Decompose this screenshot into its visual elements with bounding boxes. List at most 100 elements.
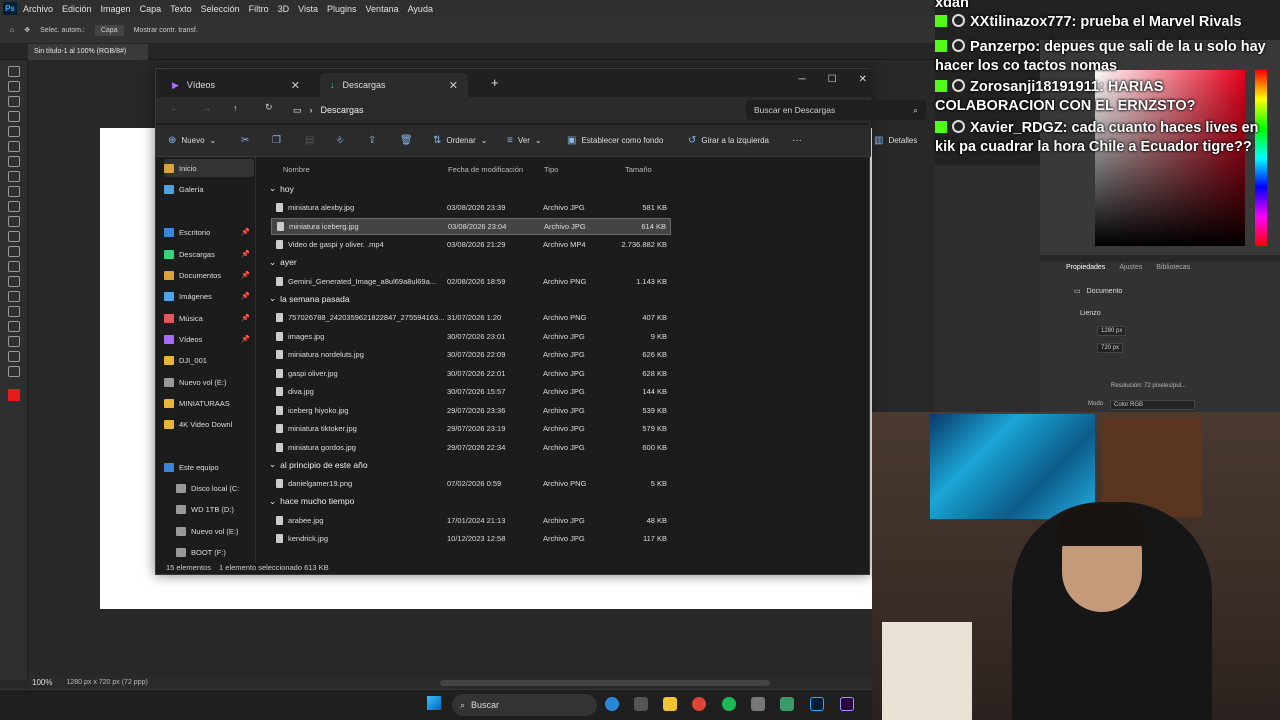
path-select-icon[interactable]	[7, 321, 20, 332]
set-background-button[interactable]: ▣ Establecer como fondo	[567, 135, 663, 146]
tab-propiedades[interactable]: Propiedades	[1066, 264, 1105, 271]
group-header[interactable]: ⌄ ayer	[269, 257, 297, 268]
nav-item[interactable]: Música 📌	[164, 309, 254, 327]
nav-item[interactable]: BOOT (F:)	[176, 543, 266, 561]
search-input[interactable]: Buscar en Descargas ⌕	[746, 100, 926, 120]
eraser-tool-icon[interactable]	[7, 231, 20, 242]
file-row[interactable]: gaspi oliver.jpg 30/07/2026 22:01 Archivo …	[271, 365, 671, 382]
file-row[interactable]: arabee.jpg 17/01/2024 21:13 Archivo JPG 48 …	[271, 512, 671, 529]
menu-item[interactable]: Imagen	[101, 4, 131, 14]
menu-item[interactable]: Capa	[140, 4, 162, 14]
nav-item[interactable]: Este equipo	[164, 458, 254, 476]
file-row[interactable]: miniatura nordeluts.jpg 30/07/2026 22:09 A…	[271, 346, 671, 363]
file-row[interactable]: miniatura alexby.jpg 03/08/2026 23:39 Arch…	[271, 199, 671, 216]
stamp-tool-icon[interactable]	[7, 201, 20, 212]
close-tab-icon[interactable]: ✕	[291, 79, 300, 92]
sort-button[interactable]: ⇅ Ordenar ⌄	[433, 135, 487, 146]
home-icon[interactable]: ⌂	[10, 27, 14, 34]
folder-icon[interactable]	[663, 697, 677, 711]
nav-item[interactable]: Inicio	[164, 159, 254, 177]
tab-bibliotecas[interactable]: Bibliotecas	[1156, 264, 1190, 271]
healing-tool-icon[interactable]	[7, 171, 20, 182]
nav-item[interactable]: Nuevo vol (E:)	[176, 522, 266, 540]
menu-item[interactable]: Texto	[170, 4, 192, 14]
history-brush-icon[interactable]	[7, 216, 20, 227]
more-icon[interactable]: ···	[792, 135, 802, 146]
group-header[interactable]: ⌄ al principio de este año	[269, 459, 368, 470]
copy-icon[interactable]: ❐	[272, 135, 281, 146]
pen-tool-icon[interactable]	[7, 291, 20, 302]
paste-icon[interactable]: ▤	[305, 135, 314, 146]
mode-select[interactable]: Color RGB	[1110, 400, 1195, 410]
group-header[interactable]: ⌄ hace mucho tiempo	[269, 496, 354, 507]
hand-tool-icon[interactable]	[7, 351, 20, 362]
new-button[interactable]: ⊕ Nuevo ⌄	[168, 135, 216, 146]
new-tab-icon[interactable]: +	[491, 75, 499, 90]
menu-item[interactable]: 3D	[278, 4, 290, 14]
view-button[interactable]: ≡ Ver ⌄	[507, 135, 542, 146]
layer-select[interactable]: Capa	[94, 24, 124, 36]
marquee-tool-icon[interactable]	[7, 81, 20, 92]
shape-tool-icon[interactable]	[7, 336, 20, 347]
column-name[interactable]: Nombre	[283, 165, 310, 174]
quick-select-tool-icon[interactable]	[7, 111, 20, 122]
file-row[interactable]: Gemini_Generated_Image_a8ul69a8ul69a... 0…	[271, 273, 671, 290]
settings-icon[interactable]	[751, 697, 765, 711]
nav-item[interactable]: Nuevo vol (E:)	[164, 373, 254, 391]
column-size[interactable]: Tamaño	[625, 165, 652, 174]
up-icon[interactable]: ↑	[233, 103, 238, 113]
canvas-height-field[interactable]: 720 px	[1097, 343, 1124, 353]
edge-icon[interactable]	[605, 697, 619, 711]
spotify-icon[interactable]	[722, 697, 736, 711]
auto-select-label[interactable]: Selec. autom.:	[40, 27, 85, 34]
close-icon[interactable]: ✕	[859, 74, 867, 85]
file-row[interactable]: images.jpg 30/07/2026 23:01 Archivo JPG 9 K…	[271, 328, 671, 345]
lasso-tool-icon[interactable]	[7, 96, 20, 107]
search-icon[interactable]: ⌕	[913, 105, 918, 116]
nav-item[interactable]: Vídeos 📌	[164, 330, 254, 348]
close-tab-icon[interactable]: ✕	[449, 79, 458, 92]
file-row[interactable]: kendrick.jpg 10/12/2023 12:58 Archivo JPG 1…	[271, 530, 671, 547]
file-row[interactable]: miniatura iceberg.jpg 03/08/2026 23:04 Arc…	[271, 217, 671, 235]
store-icon[interactable]	[634, 697, 648, 711]
dodge-tool-icon[interactable]	[7, 276, 20, 287]
minimize-icon[interactable]: ─	[799, 74, 806, 85]
menu-item[interactable]: Filtro	[249, 4, 269, 14]
show-transform-checkbox[interactable]: Mostrar contr. transf.	[134, 27, 198, 34]
nav-item[interactable]: Descargas 📌	[164, 245, 254, 263]
chrome-icon[interactable]	[692, 697, 706, 711]
file-row[interactable]: iceberg hiyoko.jpg 29/07/2026 23:36 Archiv…	[271, 402, 671, 419]
tab-ajustes[interactable]: Ajustes	[1119, 264, 1142, 271]
ps-document-tab[interactable]: Sin título-1 al 100% (RGB/8#)	[28, 44, 148, 60]
menu-item[interactable]: Plugins	[327, 4, 357, 14]
maximize-icon[interactable]: ☐	[828, 74, 837, 85]
nav-item[interactable]: MINIATURAAS	[164, 394, 254, 412]
nav-item[interactable]: 4K Video Downl	[164, 415, 254, 433]
nav-item[interactable]: Escritorio 📌	[164, 223, 254, 241]
premiere-icon[interactable]	[840, 697, 854, 711]
file-row[interactable]: 757026788_2420359621822847_275594163... 3…	[271, 309, 671, 326]
back-icon[interactable]: ←	[170, 103, 179, 113]
nav-item[interactable]: Galería	[164, 180, 254, 198]
tab-descargas[interactable]: ↓ Descargas ✕	[320, 73, 468, 97]
nav-item[interactable]: WD 1TB (D:)	[176, 500, 266, 518]
foreground-color-swatch[interactable]	[7, 389, 20, 401]
frame-tool-icon[interactable]	[7, 141, 20, 152]
blur-tool-icon[interactable]	[7, 261, 20, 272]
canvas-width-field[interactable]: 1280 px	[1097, 326, 1127, 336]
menu-item[interactable]: Selección	[201, 4, 240, 14]
details-button[interactable]: ▥ Detalles	[874, 135, 917, 146]
nav-item[interactable]: Imágenes 📌	[164, 287, 254, 305]
horizontal-scrollbar[interactable]	[440, 680, 770, 686]
file-row[interactable]: miniatura gordos.jpg 29/07/2026 22:34 Arch…	[271, 439, 671, 456]
menu-item[interactable]: Vista	[298, 4, 318, 14]
menu-item[interactable]: Archivo	[23, 4, 53, 14]
file-row[interactable]: Video de gaspi y oliver. .mp4 03/08/2026 …	[271, 236, 671, 253]
photoshop-logo-icon[interactable]: Ps	[3, 2, 17, 15]
nav-item[interactable]: Disco local (C:	[176, 479, 266, 497]
type-tool-icon[interactable]	[7, 306, 20, 317]
menu-item[interactable]: Edición	[62, 4, 92, 14]
delete-icon[interactable]: 🗑	[400, 135, 413, 146]
share-icon[interactable]: ⇪	[368, 135, 376, 146]
zoom-level[interactable]: 100%	[32, 678, 52, 687]
